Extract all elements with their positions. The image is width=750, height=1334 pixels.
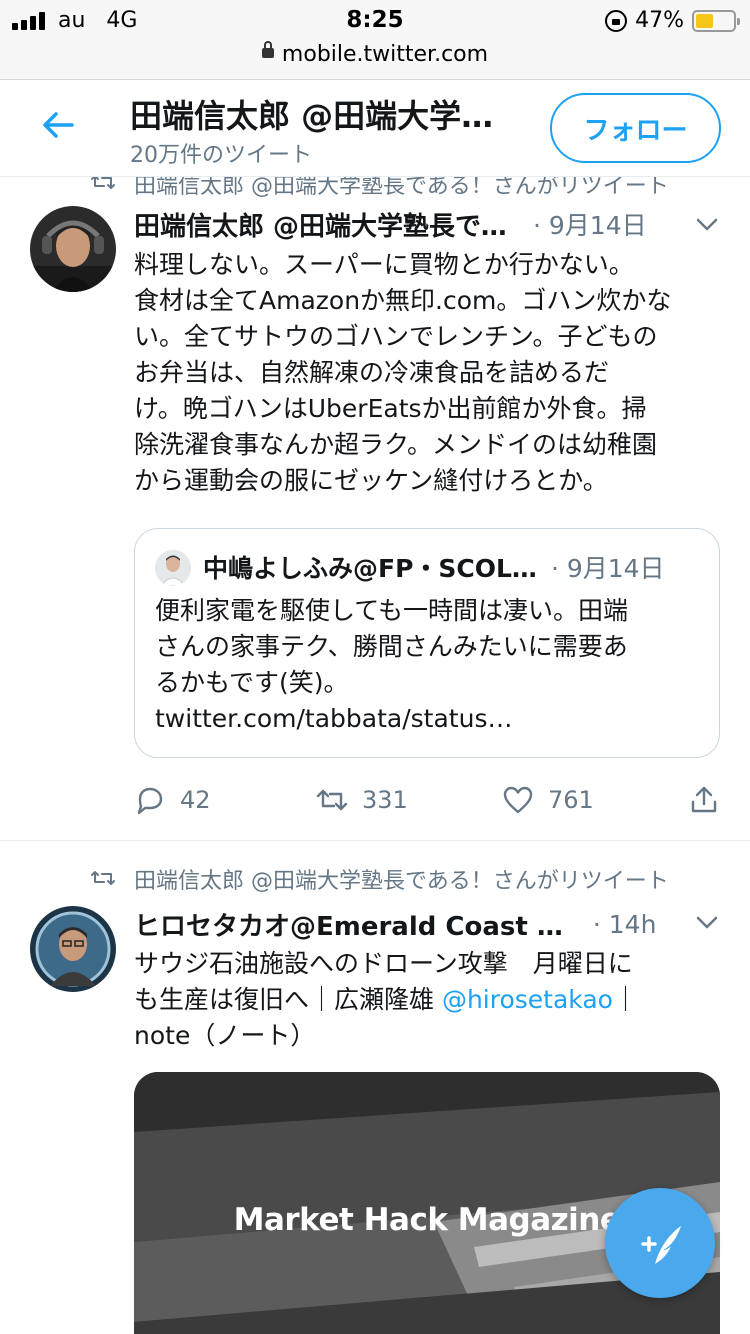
retweet-context: 田端信太郎 @田端大学塾長である！さんがリツイート	[134, 869, 669, 894]
quoted-link[interactable]: twitter.com/tabbata/status…	[155, 701, 705, 737]
heart-icon	[503, 786, 533, 814]
tweet-header: 田端信太郎 @田端大学塾長である！ · 9月14日	[134, 206, 724, 242]
tweet-text-line: note（ノート）	[134, 1021, 316, 1050]
quoted-text-line: さんの家事テク、勝間さんみたいに需要あ	[155, 632, 628, 661]
avatar[interactable]	[30, 206, 116, 292]
like-count: 761	[548, 786, 594, 814]
back-arrow-icon[interactable]	[36, 103, 80, 147]
quoted-timestamp: · 9月14日	[550, 554, 665, 583]
reply-icon	[137, 787, 163, 815]
profile-name-title: 田端信太郎 @田端大学塾長である！	[130, 97, 510, 135]
tweet-actions: 42 331 761	[134, 784, 724, 824]
tweet-timestamp[interactable]: · 14h	[593, 910, 657, 939]
quoted-header: 中嶋よしふみ@FP・SCOL… · 9月14日	[203, 549, 703, 585]
tweet-text-line: も生産は復旧へ｜広瀬隆雄 @hirosetakao｜	[134, 982, 724, 1018]
compose-quill-icon	[641, 1226, 681, 1264]
chevron-down-icon[interactable]	[696, 218, 718, 232]
tweet-text-line: 料理しない。スーパーに買物とか行かない。	[134, 250, 634, 279]
tweet-text-line: お弁当は、自然解凍の冷凍食品を詰めるだ	[134, 358, 610, 387]
tweet-text-line: サウジ石油施設へのドローン攻撃 月曜日に	[134, 949, 633, 978]
quoted-text: 便利家電を駆使しても一時間は凄い。田端 さんの家事テク、勝間さんみたいに需要あ …	[155, 593, 705, 737]
chevron-down-icon[interactable]	[696, 916, 718, 930]
retweet-icon	[316, 789, 348, 811]
compose-tweet-button[interactable]	[605, 1188, 715, 1298]
reply-count: 42	[180, 786, 211, 814]
quoted-text-line: るかもです(笑)。	[155, 668, 349, 697]
tweet-text: サウジ石油施設へのドローン攻撃 月曜日に も生産は復旧へ｜広瀬隆雄 @hiros…	[134, 946, 724, 1054]
tweet-text-segment: ｜	[612, 985, 638, 1014]
reply-button[interactable]: 42	[134, 784, 211, 816]
quoted-tweet[interactable]: 中嶋よしふみ@FP・SCOL… · 9月14日 便利家電を駆使しても一時間は凄い…	[134, 528, 720, 758]
share-icon	[691, 786, 717, 813]
quoted-avatar-photo	[155, 550, 191, 586]
retweet-count: 331	[362, 786, 408, 814]
author-name[interactable]: 田端信太郎 @田端大学塾長である！	[134, 206, 509, 243]
avatar-photo	[30, 906, 116, 992]
tweet-header: ヒロセタカオ@Emerald Coast … · 14h	[134, 906, 724, 942]
author-name[interactable]: ヒロセタカオ@Emerald Coast …	[134, 906, 563, 943]
tweet-text-line: け。晩ゴハンはUberEatsか出前館か外食。掃	[134, 394, 647, 423]
profile-header: 田端信太郎 @田端大学塾長である！ 20万件のツイート フォロー	[0, 81, 750, 177]
tweet-text-line: 除洗濯食事なんか超ラク。メンドイのは幼稚園	[134, 430, 658, 459]
avatar-photo	[30, 206, 116, 292]
tweet-text-segment: も生産は復旧へ｜広瀬隆雄	[134, 985, 442, 1014]
tweet-text-line: 食材は全てAmazonか無印.com。ゴハン炊かな	[134, 286, 672, 315]
quoted-avatar	[155, 550, 191, 586]
retweet-button[interactable]: 331	[316, 784, 408, 816]
share-button[interactable]	[688, 784, 720, 816]
avatar[interactable]	[30, 906, 116, 992]
like-button[interactable]: 761	[502, 784, 594, 816]
follow-button[interactable]: フォロー	[550, 93, 721, 163]
retweet-small-icon	[91, 871, 115, 885]
tweet-text-line: から運動会の服にゼッケン縫付けろとか。	[134, 466, 608, 495]
quoted-author-name: 中嶋よしふみ@FP・SCOL…	[203, 554, 537, 583]
tweet-text: 料理しない。スーパーに買物とか行かない。 食材は全てAmazonか無印.com。…	[134, 247, 724, 499]
tweet-count: 20万件のツイート	[130, 143, 312, 168]
mention-link[interactable]: @hirosetakao	[442, 985, 613, 1014]
tweet-timestamp[interactable]: · 9月14日	[533, 206, 647, 242]
tweet-text-line: い。全てサトウのゴハンでレンチン。子どもの	[134, 322, 658, 351]
quoted-text-line: 便利家電を駆使しても一時間は凄い。田端	[155, 596, 629, 625]
